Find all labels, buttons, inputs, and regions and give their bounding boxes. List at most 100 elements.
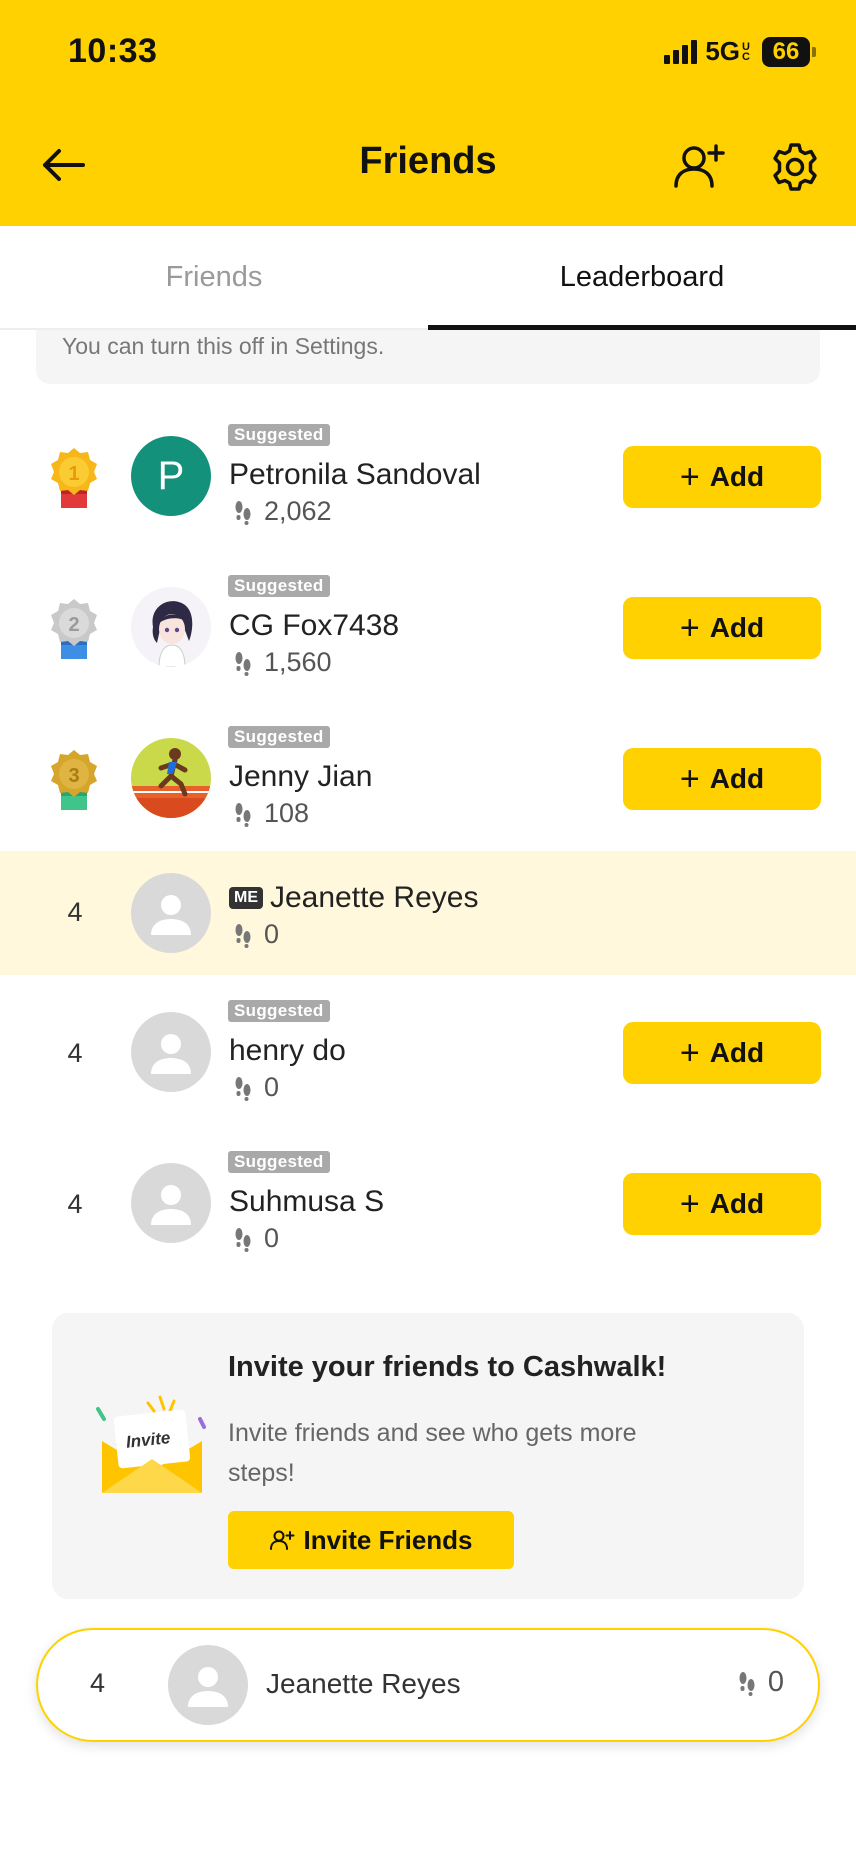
signal-icon (664, 39, 698, 64)
add-person-icon (674, 144, 725, 188)
friend-name: Jeanette Reyes (270, 881, 479, 914)
battery-level: 66 (762, 36, 810, 67)
invite-card: Invite Invite your friends to Cashwalk! … (52, 1313, 804, 1599)
add-label: Add (709, 1037, 765, 1068)
my-rank-bar: 4 Jeanette Reyes 0 (36, 1628, 820, 1742)
settings-button[interactable] (768, 140, 822, 194)
add-friend-button[interactable] (672, 140, 726, 194)
svg-text:3: 3 (68, 765, 79, 787)
step-count: 1,560 (234, 647, 332, 678)
plus-icon: + (679, 609, 700, 647)
step-value: 0 (767, 1666, 784, 1698)
person-placeholder-icon (188, 1667, 228, 1707)
add-label: Add (709, 763, 765, 794)
step-value: 0 (264, 1223, 280, 1253)
step-value: 108 (264, 798, 310, 828)
rank-number: 4 (67, 897, 83, 927)
person-placeholder-icon (151, 1185, 191, 1225)
invite-title: Invite your friends to Cashwalk! (228, 1351, 667, 1383)
add-button[interactable]: + Add (623, 597, 821, 659)
add-button[interactable]: + Add (623, 1173, 821, 1235)
gear-icon (773, 143, 817, 191)
battery-icon: 66 (762, 36, 816, 67)
leaderboard-row: 1 P Suggested Petronila Sandoval 2,062 +… (0, 416, 856, 536)
plus-icon: + (679, 1034, 700, 1072)
footsteps-icon (235, 500, 251, 525)
footsteps-icon (235, 1076, 251, 1101)
tab-friends[interactable]: Friends (0, 226, 428, 328)
step-value: 0 (264, 919, 280, 949)
plus-icon: + (679, 1185, 700, 1223)
avatar (131, 587, 211, 667)
add-button[interactable]: + Add (623, 1022, 821, 1084)
add-person-icon (270, 1530, 295, 1550)
add-label: Add (709, 461, 765, 492)
tab-leaderboard[interactable]: Leaderboard (428, 226, 856, 330)
friend-name: CG Fox7438 (229, 609, 400, 642)
step-count: 0 (738, 1666, 784, 1699)
status-icons: 5G UC 66 (664, 36, 816, 67)
avatar: P (131, 436, 211, 516)
rank-number: 4 (67, 1189, 83, 1219)
rank-number: 4 (67, 1038, 83, 1068)
add-label: Add (709, 1188, 765, 1219)
rank-number: 4 (90, 1668, 106, 1698)
plus-icon: + (679, 458, 700, 496)
leaderboard-row: 3 Suggested Jenny Jian 108 + Add (0, 718, 856, 838)
step-count: 2,062 (234, 496, 332, 527)
invite-friends-button[interactable]: Invite Friends (228, 1511, 514, 1569)
footsteps-icon (235, 651, 251, 676)
leaderboard-row: 2 Suggested CG Fox7438 1,560 + Add (0, 567, 856, 687)
add-label: Add (709, 612, 765, 643)
silver-medal-icon: 2 (51, 599, 97, 659)
status-time: 10:33 (68, 32, 158, 70)
me-badge: ME (229, 887, 263, 909)
invite-description: Invite friends and see who gets more ste… (228, 1419, 637, 1487)
step-value: 1,560 (264, 647, 332, 677)
bronze-medal-icon: 3 (51, 750, 97, 810)
invite-button-label: Invite Friends (303, 1524, 473, 1555)
svg-text:2: 2 (68, 614, 79, 636)
friend-name: Petronila Sandoval (229, 458, 481, 491)
anime-avatar-icon (131, 587, 211, 667)
person-placeholder-icon (151, 895, 191, 935)
network-sup: UC (742, 40, 750, 63)
step-value: 2,062 (264, 496, 332, 526)
suggested-badge: Suggested (228, 726, 330, 748)
runner-avatar-icon (131, 738, 211, 818)
invite-envelope-icon: Invite (96, 1395, 206, 1493)
step-value: 0 (264, 1072, 280, 1102)
step-count: 0 (234, 1223, 279, 1254)
avatar (168, 1645, 248, 1725)
leaderboard-row: 4 Suggested Suhmusa S 0 + Add (0, 1143, 856, 1263)
add-button[interactable]: + Add (623, 446, 821, 508)
page-title: Friends (359, 140, 497, 182)
suggested-badge: Suggested (228, 575, 330, 597)
tab-bar: Friends Leaderboard (0, 226, 856, 330)
svg-text:1: 1 (68, 463, 79, 485)
add-button[interactable]: + Add (623, 748, 821, 810)
friend-name: henry do (229, 1034, 346, 1067)
leaderboard-row: 4 Suggested henry do 0 + Add (0, 992, 856, 1112)
step-count: 0 (234, 1072, 279, 1103)
step-count: 108 (234, 798, 309, 829)
footsteps-icon (235, 1227, 251, 1252)
person-placeholder-icon (151, 1034, 191, 1074)
suggested-badge: Suggested (228, 1151, 330, 1173)
settings-notice: You can turn this off in Settings. (36, 330, 820, 384)
footsteps-icon (739, 1671, 755, 1696)
avatar (131, 873, 211, 953)
plus-icon: + (679, 760, 700, 798)
my-name: Jeanette Reyes (266, 1668, 461, 1699)
friend-name: Jenny Jian (229, 760, 373, 793)
step-count: 0 (234, 919, 279, 950)
gold-medal-icon: 1 (51, 448, 97, 508)
avatar (131, 1163, 211, 1243)
suggested-badge: Suggested (228, 424, 330, 446)
avatar (131, 1012, 211, 1092)
network-label: 5G (705, 36, 740, 66)
footsteps-icon (235, 802, 251, 827)
my-leaderboard-row: 4 ME Jeanette Reyes 0 (0, 851, 856, 975)
suggested-badge: Suggested (228, 1000, 330, 1022)
app-header: 10:33 5G UC 66 Friends (0, 0, 856, 226)
